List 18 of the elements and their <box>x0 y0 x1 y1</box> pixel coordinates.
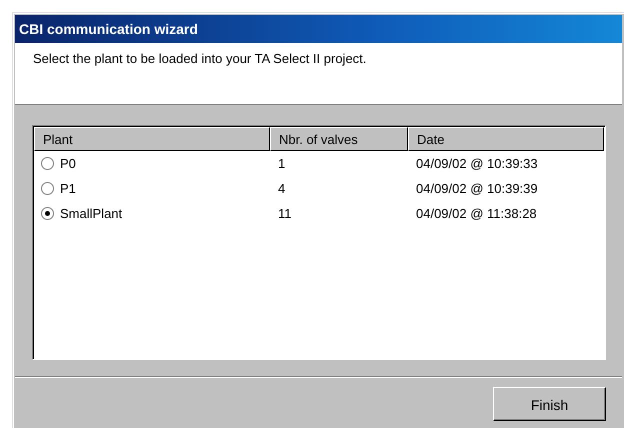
column-header[interactable]: Nbr. of valves <box>270 127 408 151</box>
plant-name: SmallPlant <box>60 206 122 221</box>
table-cell-text: 04/09/02 @ 10:39:33 <box>415 156 539 171</box>
table-cell-text: 04/09/02 @ 10:39:39 <box>415 181 539 196</box>
column-header[interactable]: Date <box>408 127 604 151</box>
plant-name: P1 <box>60 181 76 196</box>
window-title: CBI communication wizard <box>15 15 622 43</box>
table-cell-text: 4 <box>277 181 286 196</box>
plant-name: P0 <box>60 156 76 171</box>
instruction-text: Select the plant to be loaded into your TA Select II project. <box>33 51 366 66</box>
radio-button[interactable] <box>41 207 54 220</box>
radio-button[interactable] <box>41 157 54 170</box>
radio-button[interactable] <box>41 182 54 195</box>
table-cell-text: 04/09/02 @ 11:38:28 <box>415 206 538 221</box>
finish-button[interactable]: Finish <box>493 387 606 421</box>
column-header[interactable]: Plant <box>34 127 270 151</box>
table-cell-text: 11 <box>277 206 292 221</box>
table-cell-text: 1 <box>277 156 286 171</box>
